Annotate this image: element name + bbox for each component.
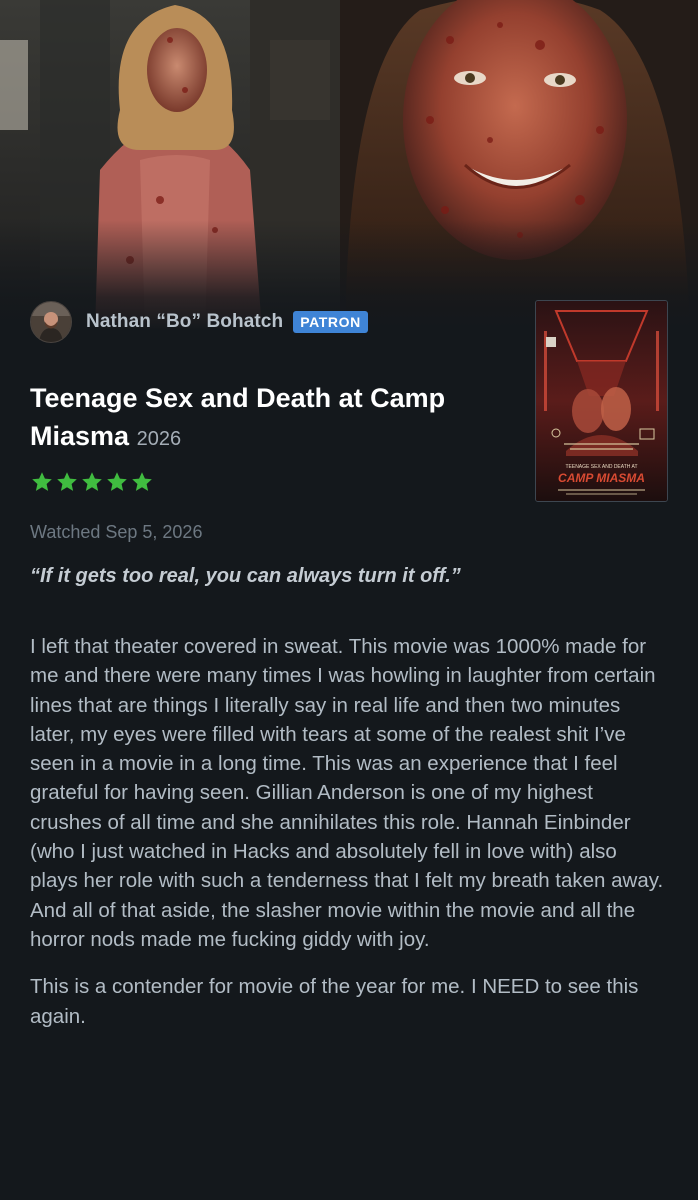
reviewer-name[interactable]: Nathan “Bo” Bohatch — [86, 311, 283, 333]
star-rating — [30, 470, 154, 494]
avatar[interactable] — [30, 301, 72, 343]
star-icon — [82, 472, 102, 491]
star-icon — [57, 472, 77, 491]
review-page: Nathan “Bo” Bohatch PATRON Teenage Sex a… — [0, 0, 698, 1200]
film-title-block: Teenage Sex and Death at Camp Miasma 202… — [30, 379, 500, 458]
review-tagline: “If it gets too real, you can always tur… — [30, 565, 461, 587]
poster-title-large: CAMP MIASMA — [558, 471, 645, 485]
reviewer-row[interactable]: Nathan “Bo” Bohatch PATRON — [30, 301, 368, 343]
review-body: I left that theater covered in sweat. Th… — [30, 632, 670, 1049]
patron-badge: PATRON — [293, 311, 368, 333]
poster-title-small: TEENAGE SEX AND DEATH AT — [565, 464, 637, 470]
watched-date: Watched Sep 5, 2026 — [30, 522, 203, 542]
star-icon — [132, 472, 152, 491]
film-poster[interactable]: TEENAGE SEX AND DEATH AT CAMP MIASMA — [535, 300, 668, 502]
film-title[interactable]: Teenage Sex and Death at Camp Miasma — [30, 383, 445, 451]
film-year[interactable]: 2026 — [137, 428, 182, 450]
star-icon — [32, 472, 52, 491]
backdrop-image — [0, 0, 698, 330]
review-paragraph: This is a contender for movie of the yea… — [30, 975, 639, 1028]
star-icon — [107, 472, 127, 491]
review-paragraph: I left that theater covered in sweat. Th… — [30, 635, 664, 951]
